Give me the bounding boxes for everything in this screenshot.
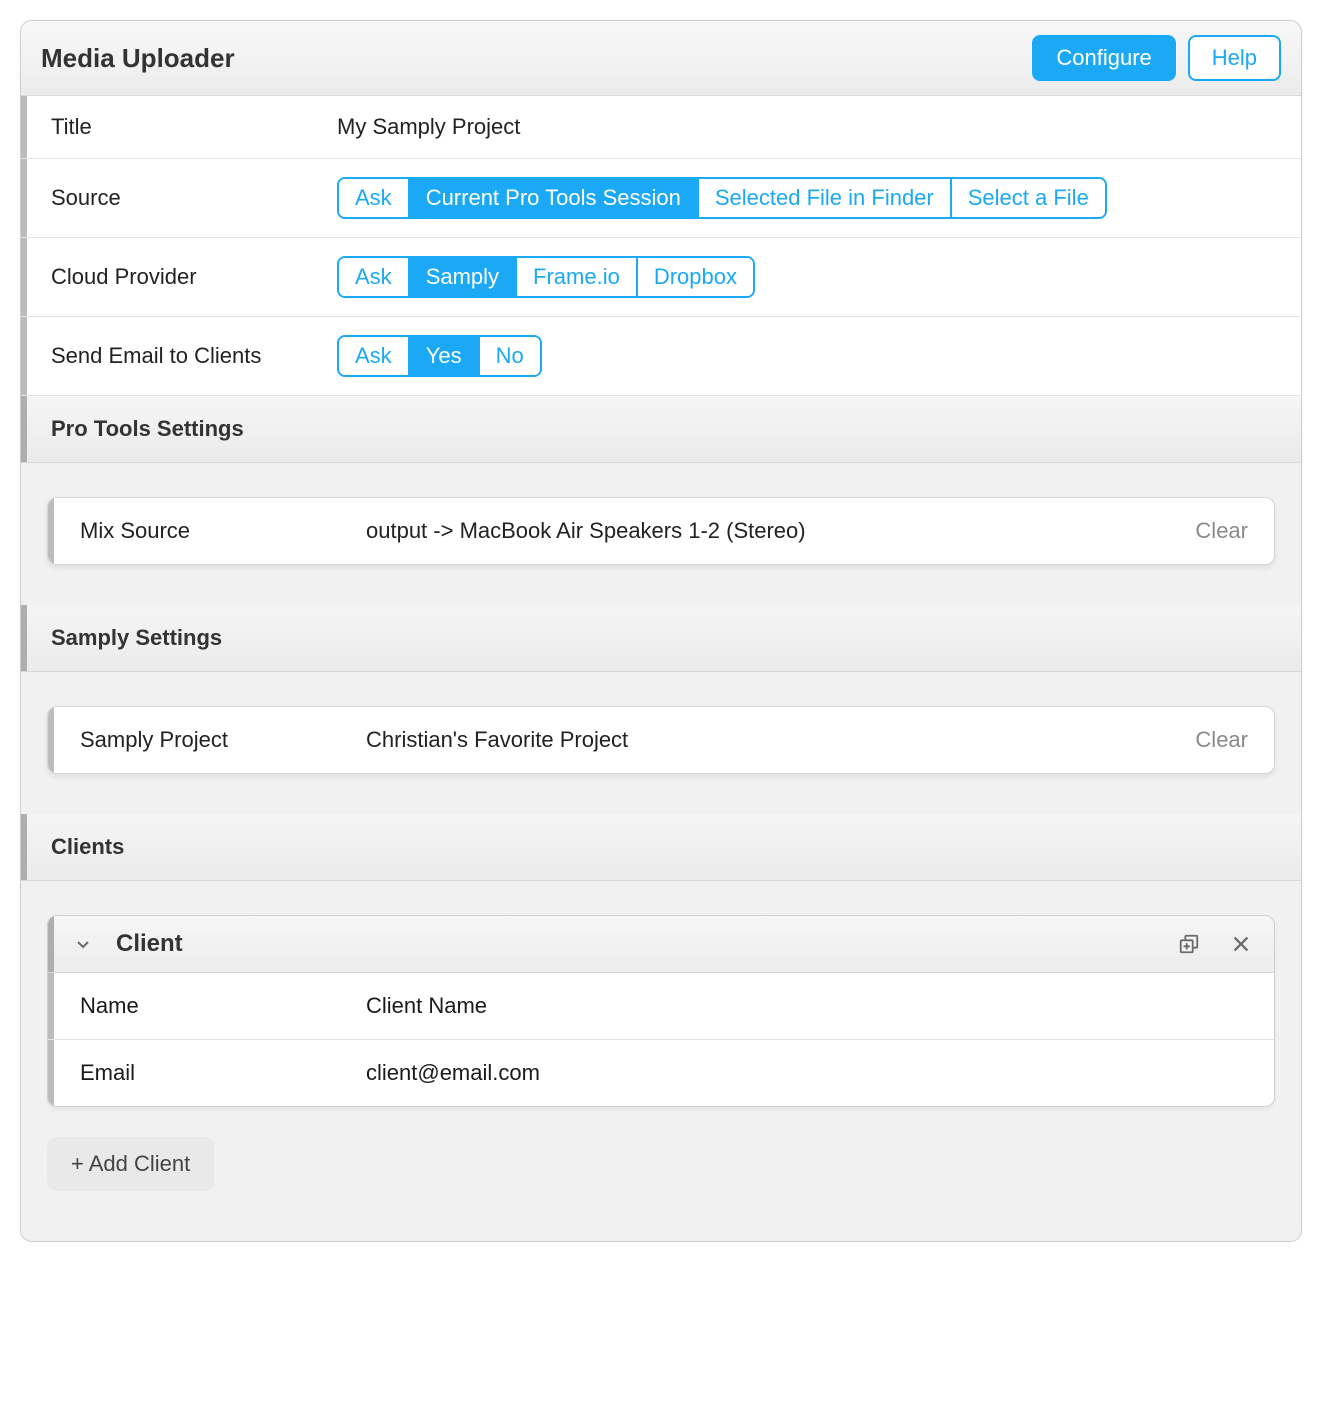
mix-source-clear-button[interactable]: Clear (1195, 518, 1252, 544)
title-value[interactable]: My Samply Project (337, 114, 520, 140)
help-button[interactable]: Help (1188, 35, 1281, 81)
samply-project-value[interactable]: Christian's Favorite Project (366, 727, 1195, 753)
source-segmented: Ask Current Pro Tools Session Selected F… (337, 177, 1107, 219)
send-email-row: Send Email to Clients Ask Yes No (21, 317, 1301, 396)
panel-title: Media Uploader (41, 43, 235, 74)
send-email-segmented: Ask Yes No (337, 335, 542, 377)
cloud-option-samply[interactable]: Samply (410, 258, 517, 296)
cloud-provider-label: Cloud Provider (37, 264, 337, 290)
panel-header: Media Uploader Configure Help (21, 21, 1301, 96)
samply-section-title: Samply Settings (37, 625, 222, 650)
client-email-value[interactable]: client@email.com (366, 1060, 540, 1086)
clients-section-header: Clients (21, 814, 1301, 881)
cloud-provider-segmented: Ask Samply Frame.io Dropbox (337, 256, 755, 298)
client-email-label: Email (66, 1060, 366, 1086)
protools-section-body: Mix Source output -> MacBook Air Speaker… (21, 463, 1301, 605)
duplicate-icon[interactable] (1176, 931, 1202, 957)
client-email-row: Email client@email.com (48, 1040, 1274, 1106)
mix-source-row: Mix Source output -> MacBook Air Speaker… (48, 498, 1274, 564)
close-icon[interactable] (1228, 931, 1254, 957)
source-option-selected-finder[interactable]: Selected File in Finder (699, 179, 952, 217)
email-option-ask[interactable]: Ask (339, 337, 410, 375)
header-buttons: Configure Help (1032, 35, 1281, 81)
title-row: Title My Samply Project (21, 96, 1301, 159)
protools-section-header: Pro Tools Settings (21, 396, 1301, 463)
client-name-value[interactable]: Client Name (366, 993, 487, 1019)
clients-section-body: Client (21, 881, 1301, 1231)
chevron-down-icon[interactable] (72, 933, 94, 955)
cloud-option-frameio[interactable]: Frame.io (517, 258, 638, 296)
media-uploader-panel: Media Uploader Configure Help Title My S… (20, 20, 1302, 1242)
client-panel: Client (47, 915, 1275, 1107)
configure-button[interactable]: Configure (1032, 35, 1175, 81)
samply-project-clear-button[interactable]: Clear (1195, 727, 1252, 753)
clients-section-title: Clients (37, 834, 124, 859)
send-email-label: Send Email to Clients (37, 343, 337, 369)
mix-source-card: Mix Source output -> MacBook Air Speaker… (47, 497, 1275, 565)
client-panel-title: Client (116, 930, 1176, 958)
source-option-current-pt-session[interactable]: Current Pro Tools Session (410, 179, 699, 217)
samply-project-row: Samply Project Christian's Favorite Proj… (48, 707, 1274, 773)
add-client-button[interactable]: + Add Client (47, 1137, 214, 1191)
cloud-provider-row: Cloud Provider Ask Samply Frame.io Dropb… (21, 238, 1301, 317)
client-panel-actions (1176, 931, 1254, 957)
client-name-label: Name (66, 993, 366, 1019)
panel-footer (21, 1231, 1301, 1241)
samply-project-label: Samply Project (66, 727, 366, 753)
samply-section-body: Samply Project Christian's Favorite Proj… (21, 672, 1301, 814)
protools-section-title: Pro Tools Settings (37, 416, 244, 441)
client-panel-header: Client (48, 916, 1274, 973)
source-option-select-file[interactable]: Select a File (952, 179, 1105, 217)
title-label: Title (37, 114, 337, 140)
source-row: Source Ask Current Pro Tools Session Sel… (21, 159, 1301, 238)
cloud-option-ask[interactable]: Ask (339, 258, 410, 296)
samply-project-card: Samply Project Christian's Favorite Proj… (47, 706, 1275, 774)
cloud-option-dropbox[interactable]: Dropbox (638, 258, 753, 296)
source-label: Source (37, 185, 337, 211)
source-option-ask[interactable]: Ask (339, 179, 410, 217)
email-option-no[interactable]: No (480, 337, 540, 375)
mix-source-value[interactable]: output -> MacBook Air Speakers 1-2 (Ster… (366, 518, 1195, 544)
samply-section-header: Samply Settings (21, 605, 1301, 672)
mix-source-label: Mix Source (66, 518, 366, 544)
email-option-yes[interactable]: Yes (410, 337, 480, 375)
client-name-row: Name Client Name (48, 973, 1274, 1040)
